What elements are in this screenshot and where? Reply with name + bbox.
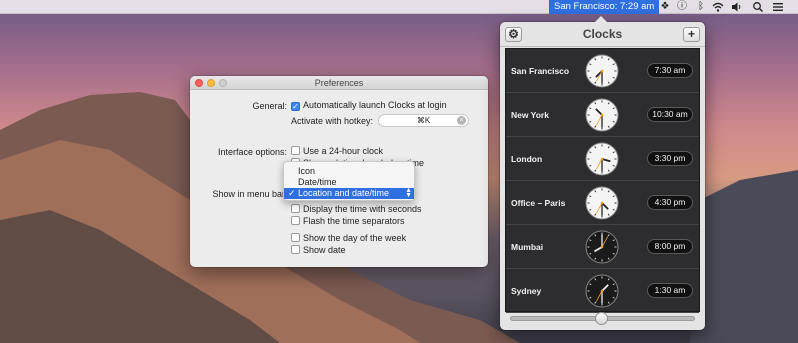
- slider-knob[interactable]: [595, 312, 608, 325]
- time-slider[interactable]: [510, 312, 695, 325]
- clock-city-label: New York: [511, 110, 549, 120]
- digital-time-badge: 3:30 pm: [647, 151, 693, 166]
- general-label: General:: [252, 101, 287, 111]
- clock-row[interactable]: New York 10:30 am: [506, 93, 699, 137]
- analog-clock-icon: [585, 186, 619, 220]
- digital-time-badge: 1:30 am: [647, 283, 693, 298]
- clock-row[interactable]: Office – Paris 4:30 pm: [506, 181, 699, 225]
- seconds-label: Display the time with seconds: [303, 204, 422, 214]
- day-of-week-checkbox[interactable]: [291, 233, 300, 242]
- hotkey-value: ⌘K: [416, 116, 431, 125]
- interface-options-label: Interface options:: [217, 147, 287, 157]
- preferences-titlebar: Preferences: [190, 76, 488, 90]
- day-of-week-row[interactable]: Show the day of the week: [291, 233, 406, 244]
- clocks-title: Clocks: [582, 27, 623, 41]
- clock-row[interactable]: Mumbai 8:00 pm: [506, 225, 699, 269]
- dropdown-option-datetime[interactable]: Date/time: [284, 177, 414, 188]
- clock-list: San Francisco 7:30 am New York 10:30 am Lond…: [505, 48, 700, 313]
- bluetooth-icon[interactable]: ᛒ: [695, 1, 707, 13]
- clock-city-label: London: [511, 154, 543, 164]
- seconds-row[interactable]: Display the time with seconds: [291, 204, 422, 215]
- menu-bar-dropdown[interactable]: Icon Date/time ✓ Location and date/time …: [283, 161, 415, 201]
- flash-separators-label: Flash the time separators: [303, 216, 405, 226]
- clocks-panel: ⚙ Clocks + San Francisco 7:30 am New York 1…: [500, 16, 705, 330]
- auto-launch-checkbox[interactable]: ✓: [291, 102, 300, 111]
- menu-bar: San Francisco: 7:29 am ❖ ⓘ ᛒ: [0, 0, 798, 14]
- clock-row[interactable]: London 3:30 pm: [506, 137, 699, 181]
- use-24h-checkbox[interactable]: [291, 146, 300, 155]
- show-date-checkbox[interactable]: [291, 245, 300, 254]
- digital-time-badge: 4:30 pm: [647, 195, 693, 210]
- info-icon[interactable]: ⓘ: [676, 1, 688, 13]
- search-icon[interactable]: [752, 1, 764, 13]
- dropdown-option-location-datetime[interactable]: ✓ Location and date/time ▲ ▼: [284, 187, 414, 199]
- flash-separators-row[interactable]: Flash the time separators: [291, 216, 405, 227]
- menubar-clock-item[interactable]: San Francisco: 7:29 am: [549, 0, 660, 14]
- flash-separators-checkbox[interactable]: [291, 216, 300, 225]
- clock-city-label: Sydney: [511, 286, 542, 296]
- day-of-week-label: Show the day of the week: [303, 233, 407, 243]
- clock-city-label: San Francisco: [511, 66, 570, 76]
- auto-launch-label: Automatically launch Clocks at login: [303, 100, 447, 110]
- show-date-row[interactable]: Show date: [291, 245, 346, 256]
- plus-icon: +: [687, 27, 695, 41]
- digital-time-badge: 8:00 pm: [647, 239, 693, 254]
- add-clock-button[interactable]: +: [683, 27, 700, 42]
- hotkey-field[interactable]: ⌘K ×: [378, 114, 469, 127]
- wifi-icon[interactable]: [712, 1, 724, 13]
- dropdown-selected-label: Location and date/time: [298, 188, 390, 198]
- analog-clock-icon: [585, 274, 619, 308]
- analog-clock-icon: [585, 98, 619, 132]
- clock-row[interactable]: Sydney 1:30 am: [506, 269, 699, 313]
- clear-hotkey-icon[interactable]: ×: [457, 116, 466, 125]
- window-title: Preferences: [314, 78, 364, 88]
- auto-launch-checkbox-row[interactable]: ✓ Automatically launch Clocks at login: [291, 100, 447, 111]
- clock-row[interactable]: San Francisco 7:30 am: [506, 49, 699, 93]
- list-icon[interactable]: [772, 1, 784, 13]
- clock-city-label: Office – Paris: [511, 198, 566, 208]
- use-24h-row[interactable]: Use a 24-hour clock: [291, 146, 383, 157]
- show-in-menu-bar-label: Show in menu bar: [212, 189, 285, 199]
- analog-clock-icon: [585, 54, 619, 88]
- analog-clock-icon: [585, 230, 619, 264]
- show-date-label: Show date: [303, 245, 346, 255]
- checkmark-icon: ✓: [288, 188, 296, 198]
- dropbox-icon[interactable]: ❖: [659, 1, 671, 13]
- digital-time-badge: 10:30 am: [647, 107, 693, 122]
- volume-icon[interactable]: [731, 1, 743, 13]
- chevron-updown-icon: ▲ ▼: [405, 187, 412, 199]
- hotkey-label: Activate with hotkey:: [290, 116, 373, 126]
- seconds-checkbox[interactable]: [291, 204, 300, 213]
- use-24h-label: Use a 24-hour clock: [303, 146, 384, 156]
- clock-city-label: Mumbai: [511, 242, 544, 252]
- analog-clock-icon: [585, 142, 619, 176]
- digital-time-badge: 7:30 am: [647, 63, 693, 78]
- clocks-header: ⚙ Clocks +: [500, 22, 705, 47]
- dropdown-option-icon[interactable]: Icon: [284, 166, 414, 177]
